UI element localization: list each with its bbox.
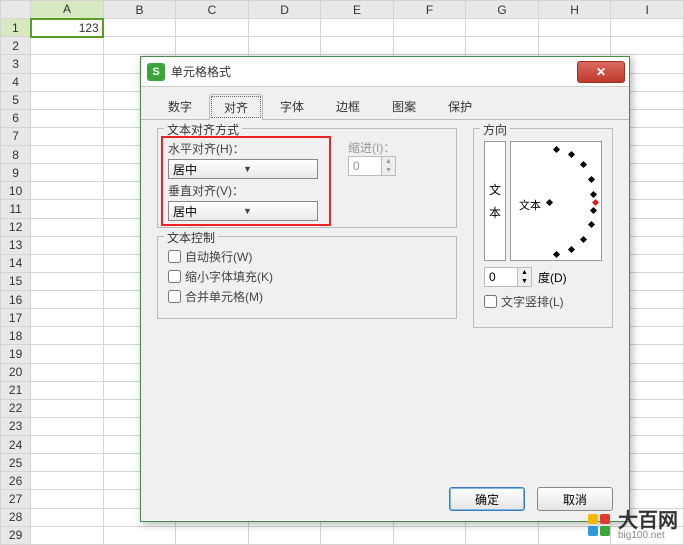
indent-value: 0	[349, 159, 381, 173]
orientation-group: 方向 文 本 文本	[473, 128, 613, 328]
col-header-E[interactable]: E	[321, 1, 394, 19]
row-header-28[interactable]: 28	[1, 508, 31, 526]
row-header-17[interactable]: 17	[1, 309, 31, 327]
row-header-5[interactable]: 5	[1, 91, 31, 109]
orientation-block: 方向 文 本 文本	[473, 128, 613, 336]
watermark-name: 大百网	[618, 511, 678, 531]
row-header-7[interactable]: 7	[1, 127, 31, 145]
cancel-button[interactable]: 取消	[537, 487, 613, 511]
col-header-C[interactable]: C	[176, 1, 249, 19]
merge-cells-label: 合并单元格(M)	[185, 288, 263, 305]
tab-number[interactable]: 数字	[153, 93, 207, 119]
row-header-25[interactable]: 25	[1, 454, 31, 472]
row-header-29[interactable]: 29	[1, 526, 31, 544]
close-button[interactable]: ✕	[577, 61, 625, 83]
col-header-B[interactable]: B	[103, 1, 176, 19]
row-header-16[interactable]: 16	[1, 291, 31, 309]
ok-button[interactable]: 确定	[449, 487, 525, 511]
row-header-12[interactable]: 12	[1, 218, 31, 236]
app-icon: S	[147, 63, 165, 81]
wrap-text-label: 自动换行(W)	[185, 248, 252, 265]
chevron-up-icon: ▲	[518, 268, 531, 277]
tab-alignment[interactable]: 对齐	[209, 94, 263, 120]
orientation-dial[interactable]: 文本	[510, 141, 602, 261]
horizontal-align-value: 居中	[173, 161, 243, 178]
text-alignment-group: 文本对齐方式 水平对齐(H)： 居中 ▼ 垂直对齐(V)： 居中 ▼ 缩进(I)…	[157, 128, 457, 228]
row-header-10[interactable]: 10	[1, 182, 31, 200]
col-header-A[interactable]: A	[31, 1, 104, 19]
vertical-text-box[interactable]: 文 本	[484, 141, 506, 261]
dialog-title: 单元格格式	[171, 63, 577, 80]
row-header-2[interactable]: 2	[1, 37, 31, 55]
col-header-F[interactable]: F	[393, 1, 466, 19]
shrink-to-fit-checkbox[interactable]	[168, 270, 181, 283]
row-header-21[interactable]: 21	[1, 381, 31, 399]
row-header-14[interactable]: 14	[1, 254, 31, 272]
row-header-22[interactable]: 22	[1, 399, 31, 417]
row-header-18[interactable]: 18	[1, 327, 31, 345]
row-header-26[interactable]: 26	[1, 472, 31, 490]
tab-border[interactable]: 边框	[321, 93, 375, 119]
dial-text-label: 文本	[519, 197, 541, 213]
degree-value: 0	[485, 270, 517, 284]
text-control-legend: 文本控制	[164, 229, 218, 246]
vertical-text-checkbox[interactable]	[484, 295, 497, 308]
row-header-6[interactable]: 6	[1, 109, 31, 127]
cell-A1[interactable]: 123	[31, 19, 104, 37]
watermark: 大百网 big100.net	[588, 511, 678, 541]
degree-spinner[interactable]: 0 ▲▼	[484, 267, 532, 287]
degree-label: 度(D)	[538, 269, 567, 286]
vertical-text-char1: 文	[489, 181, 501, 198]
row-header-23[interactable]: 23	[1, 417, 31, 435]
row-header-1[interactable]: 1	[1, 19, 31, 37]
chevron-down-icon: ▼	[243, 206, 313, 216]
watermark-logo-icon	[588, 514, 612, 538]
chevron-up-icon: ▲	[382, 157, 395, 166]
row-header-20[interactable]: 20	[1, 363, 31, 381]
row-header-11[interactable]: 11	[1, 200, 31, 218]
tab-protection[interactable]: 保护	[433, 93, 487, 119]
indent-block: 缩进(I)： 0 ▲▼	[348, 139, 396, 176]
merge-cells-checkbox[interactable]	[168, 290, 181, 303]
shrink-to-fit-label: 缩小字体填充(K)	[185, 268, 273, 285]
row-header-27[interactable]: 27	[1, 490, 31, 508]
chevron-down-icon: ▼	[518, 277, 531, 286]
indent-spinner: 0 ▲▼	[348, 156, 396, 176]
chevron-down-icon: ▼	[243, 164, 313, 174]
indent-label: 缩进(I)：	[348, 141, 395, 155]
tab-font[interactable]: 字体	[265, 93, 319, 119]
text-control-group: 文本控制 自动换行(W) 缩小字体填充(K) 合并单元格(M)	[157, 236, 457, 319]
watermark-url: big100.net	[618, 531, 678, 541]
row-header-24[interactable]: 24	[1, 436, 31, 454]
tab-bar: 数字 对齐 字体 边框 图案 保护	[141, 87, 629, 120]
horizontal-align-combo[interactable]: 居中 ▼	[168, 159, 318, 179]
row-header-9[interactable]: 9	[1, 164, 31, 182]
chevron-down-icon: ▼	[382, 166, 395, 175]
dialog-titlebar[interactable]: S 单元格格式 ✕	[141, 57, 629, 87]
horizontal-align-label: 水平对齐(H)：	[168, 142, 245, 156]
cell-format-dialog: S 单元格格式 ✕ 数字 对齐 字体 边框 图案 保护 文本对齐方式 水平对齐(…	[140, 56, 630, 522]
row-header-19[interactable]: 19	[1, 345, 31, 363]
col-header-H[interactable]: H	[538, 1, 611, 19]
wrap-text-checkbox[interactable]	[168, 250, 181, 263]
vertical-align-combo[interactable]: 居中 ▼	[168, 201, 318, 221]
select-all-corner[interactable]	[1, 1, 31, 19]
col-header-D[interactable]: D	[248, 1, 321, 19]
col-header-G[interactable]: G	[466, 1, 539, 19]
row-header-13[interactable]: 13	[1, 236, 31, 254]
vertical-text-char2: 本	[489, 204, 501, 221]
text-alignment-legend: 文本对齐方式	[164, 121, 242, 138]
vertical-align-value: 居中	[173, 203, 243, 220]
vertical-text-label: 文字竖排(L)	[501, 293, 564, 310]
row-header-4[interactable]: 4	[1, 73, 31, 91]
col-header-I[interactable]: I	[611, 1, 684, 19]
close-icon: ✕	[596, 65, 606, 79]
row-header-3[interactable]: 3	[1, 55, 31, 73]
orientation-legend: 方向	[480, 121, 510, 138]
tab-pattern[interactable]: 图案	[377, 93, 431, 119]
row-header-15[interactable]: 15	[1, 272, 31, 290]
row-header-8[interactable]: 8	[1, 146, 31, 164]
vertical-align-label: 垂直对齐(V)：	[168, 184, 244, 198]
